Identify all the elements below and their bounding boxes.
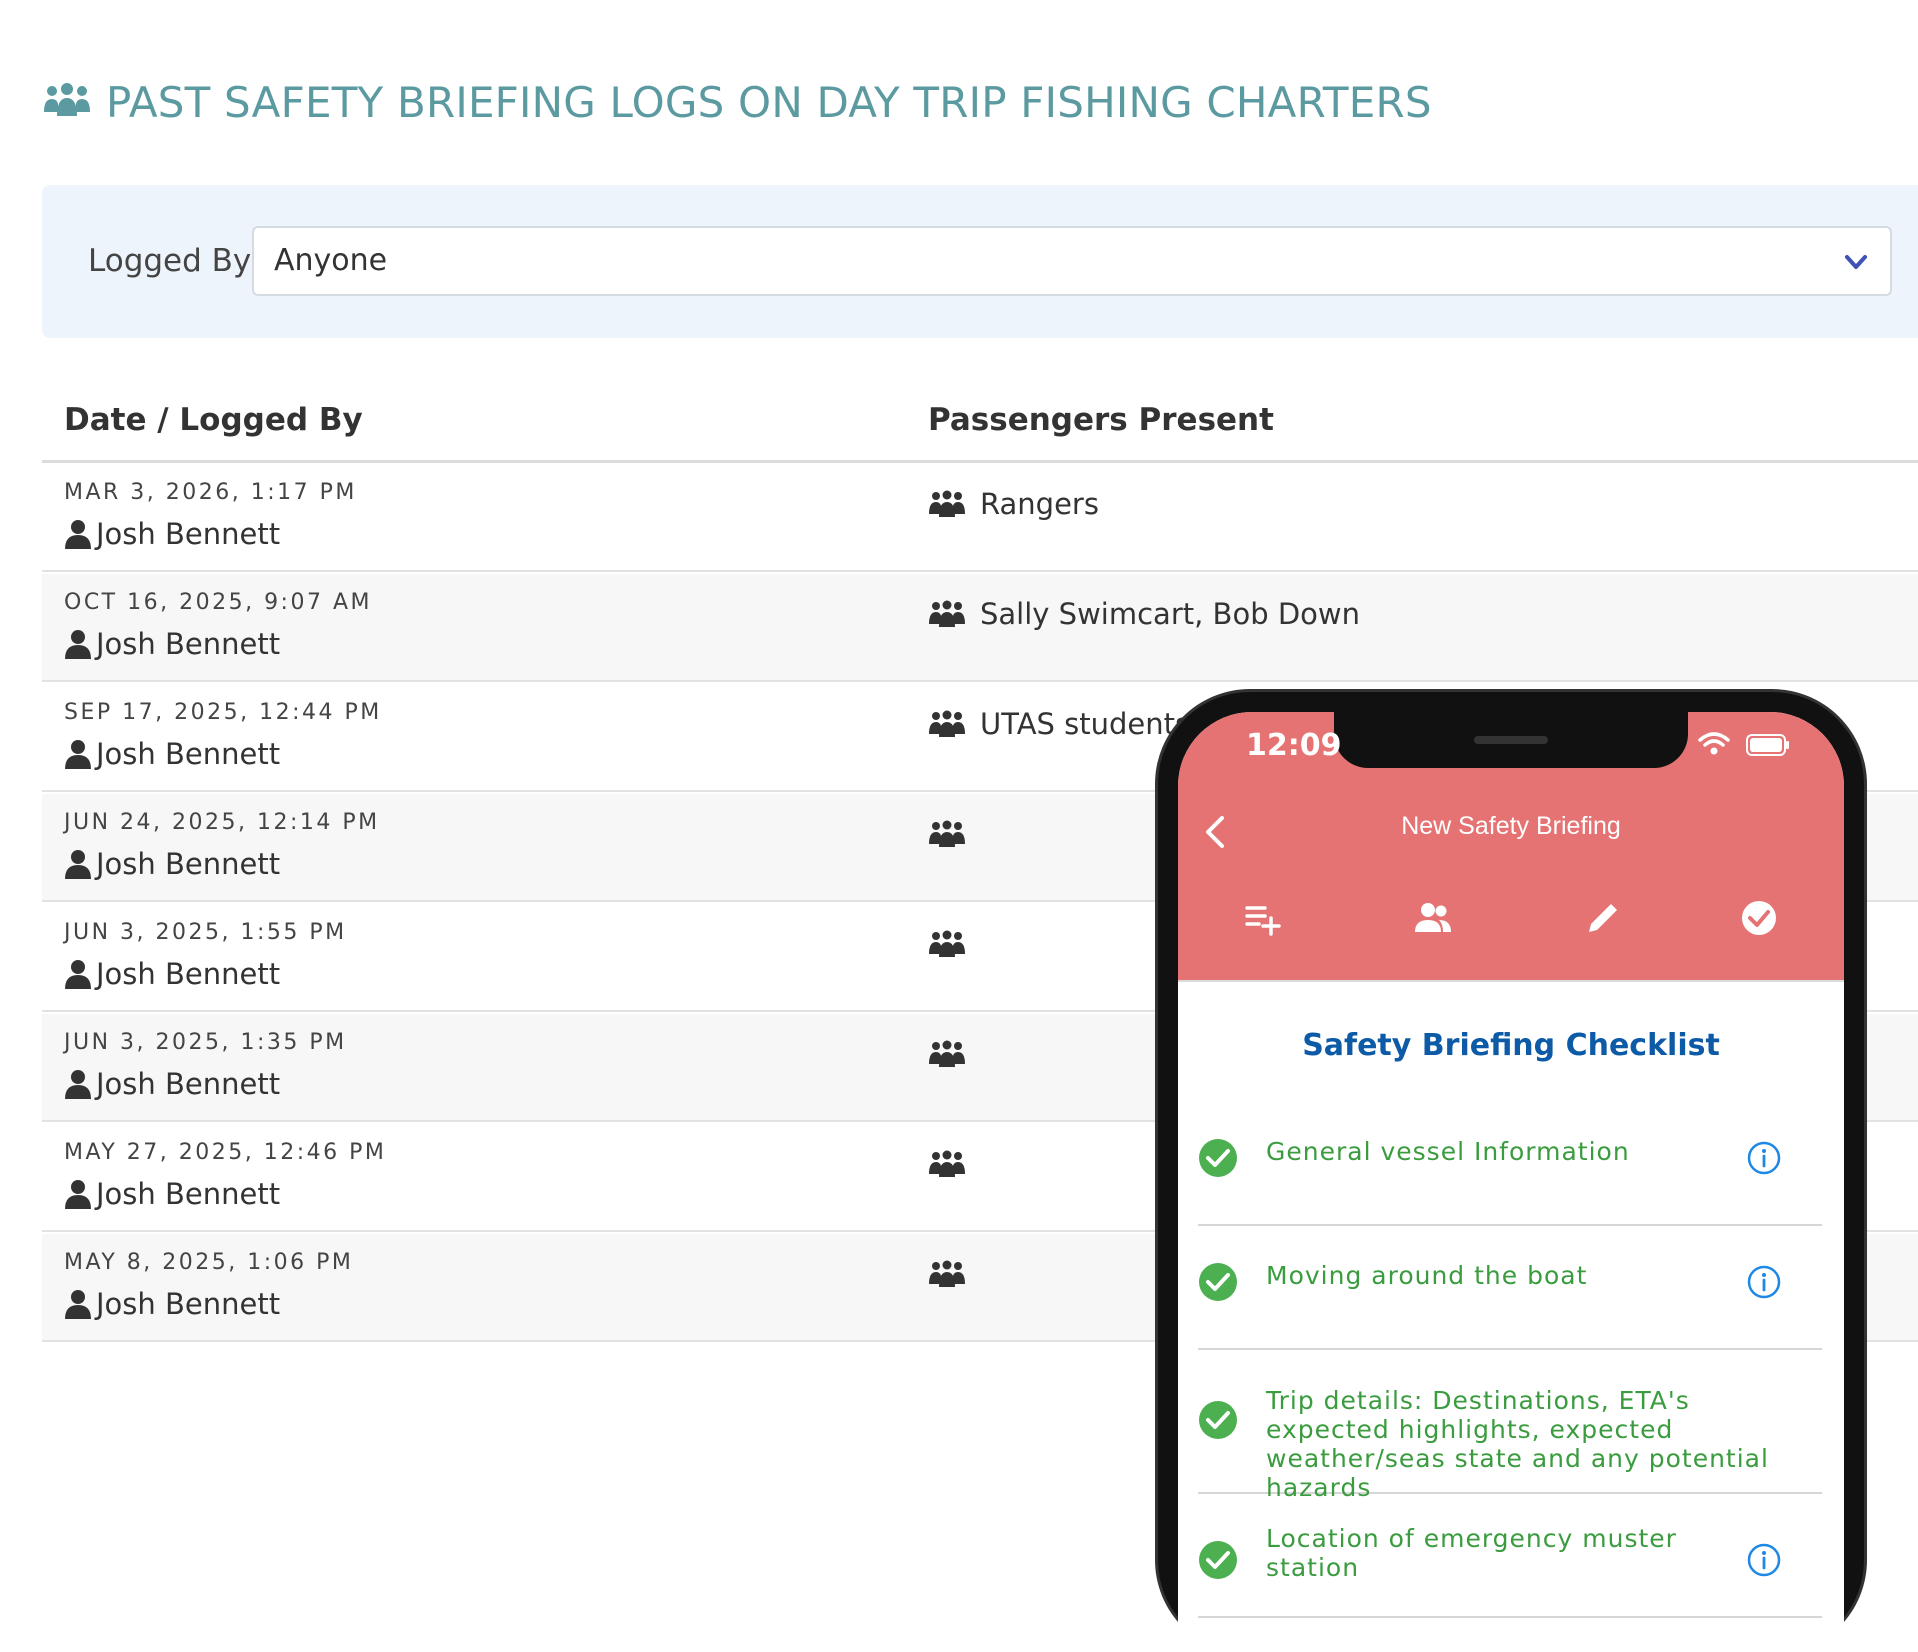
checklist-item[interactable]: Moving around the boat [1198,1226,1822,1350]
wifi-icon [1698,732,1730,755]
info-icon[interactable] [1746,1264,1782,1300]
info-icon[interactable] [1746,1542,1782,1578]
phone-notch [1334,712,1688,768]
logged-by: Josh Bennett [64,956,280,992]
passengers-present [928,814,980,854]
logged-by-label: Logged By: [88,243,260,279]
check-circle-icon [1199,1139,1237,1177]
header-divider [1178,980,1844,982]
info-icon[interactable] [1746,1140,1782,1176]
nav-title: New Safety Briefing [1401,812,1621,840]
logged-by-name: Josh Bennett [96,627,281,661]
group-icon [929,1260,965,1287]
app-header: 12:09 New Safety Briefing [1178,712,1844,982]
user-icon [65,1070,91,1099]
checklist-item-text: General vessel Information [1266,1137,1630,1166]
page-title-text: PAST SAFETY BRIEFING LOGS ON DAY TRIP FI… [106,77,1432,127]
group-icon [929,710,965,737]
pencil-icon [1589,904,1617,932]
step-tab-complete[interactable] [1674,888,1844,948]
passengers-present: Rangers [928,484,1099,524]
user-icon [65,1180,91,1209]
people-icon [1415,903,1451,932]
logged-by: Josh Bennett [64,1286,280,1322]
phone-screen: 12:09 New Safety Briefing Safety Briefin… [1178,712,1844,1652]
log-date: JUN 3, 2025, 1:55 PM [64,920,347,945]
list-add-icon [1245,906,1281,936]
log-date: OCT 16, 2025, 9:07 AM [64,590,372,615]
logged-by-value: Anyone [274,243,388,278]
user-icon [65,520,91,549]
logged-by-name: Josh Bennett [96,957,281,991]
logged-by-name: Josh Bennett [96,847,281,881]
step-tab-sign[interactable] [1518,888,1688,948]
passengers-present [928,1034,980,1074]
logged-by: Josh Bennett [64,626,280,662]
logged-by-name: Josh Bennett [96,1067,281,1101]
check-circle-icon [1199,1263,1237,1301]
table-row[interactable]: OCT 16, 2025, 9:07 AM Josh Bennett Sally S… [42,574,1918,682]
checklist-item[interactable]: Location of emergency muster station [1198,1494,1822,1618]
logged-by-name: Josh Bennett [96,1177,281,1211]
group-icon [929,600,965,627]
passengers-present: UTAS students [928,704,1190,744]
logged-by-name: Josh Bennett [96,517,281,551]
user-icon [65,630,91,659]
passenger-names: Rangers [980,487,1099,521]
logged-by: Josh Bennett [64,1066,280,1102]
group-icon [929,820,965,847]
group-icon [44,83,90,116]
logged-by-name: Josh Bennett [96,1287,281,1321]
check-circle-icon [1199,1401,1237,1439]
check-circle-icon [1742,901,1776,935]
group-icon [929,490,965,517]
checklist-item-text: Trip details: Destinations, ETA's expect… [1266,1386,1769,1502]
group-icon [929,1040,965,1067]
log-date: JUN 3, 2025, 1:35 PM [64,1030,347,1055]
log-date: MAY 27, 2025, 12:46 PM [64,1140,387,1165]
checklist-item[interactable]: General vessel Information [1198,1102,1822,1226]
column-header-passengers[interactable]: Passengers Present [928,402,1274,438]
passengers-present [928,1254,980,1294]
passengers-present: Sally Swimcart, Bob Down [928,594,1360,634]
user-icon [65,850,91,879]
table-header-divider [42,460,1918,463]
user-icon [65,1290,91,1319]
passengers-present [928,924,980,964]
logged-by: Josh Bennett [64,736,280,772]
logged-by-select[interactable]: Anyone [252,226,1892,296]
logged-by: Josh Bennett [64,846,280,882]
page-title: PAST SAFETY BRIEFING LOGS ON DAY TRIP FI… [42,72,1432,132]
table-row[interactable]: MAR 3, 2026, 1:17 PM Josh Bennett Rangers [42,464,1918,572]
passengers-present [928,1144,980,1184]
step-tab-checklist[interactable] [1178,888,1348,948]
step-tab-passengers[interactable] [1348,888,1518,948]
check-circle-icon [1199,1541,1237,1579]
checklist-item[interactable]: Trip details: Destinations, ETA's expect… [1198,1350,1822,1502]
column-header-date[interactable]: Date / Logged By [64,402,363,438]
passenger-names: Sally Swimcart, Bob Down [980,597,1360,631]
checklist-item-text: Moving around the boat [1266,1261,1588,1290]
user-icon [65,740,91,769]
log-date: MAR 3, 2026, 1:17 PM [64,480,357,505]
phone-mockup: 12:09 New Safety Briefing Safety Briefin… [1158,692,1864,1652]
status-time: 12:09 [1246,728,1342,763]
logged-by: Josh Bennett [64,1176,280,1212]
log-date: JUN 24, 2025, 12:14 PM [64,810,380,835]
filter-bar: Logged By: Anyone [42,185,1918,338]
group-icon [929,930,965,957]
battery-icon [1746,734,1789,756]
log-date: SEP 17, 2025, 12:44 PM [64,700,382,725]
logged-by-name: Josh Bennett [96,737,281,771]
checklist-item-text: Location of emergency muster station [1266,1524,1677,1582]
checklist-title: Safety Briefing Checklist [1302,1028,1720,1063]
chevron-down-icon [1845,255,1867,269]
passenger-names: UTAS students [980,707,1191,741]
user-icon [65,960,91,989]
log-date: MAY 8, 2025, 1:06 PM [64,1250,354,1275]
logged-by: Josh Bennett [64,516,280,552]
group-icon [929,1150,965,1177]
